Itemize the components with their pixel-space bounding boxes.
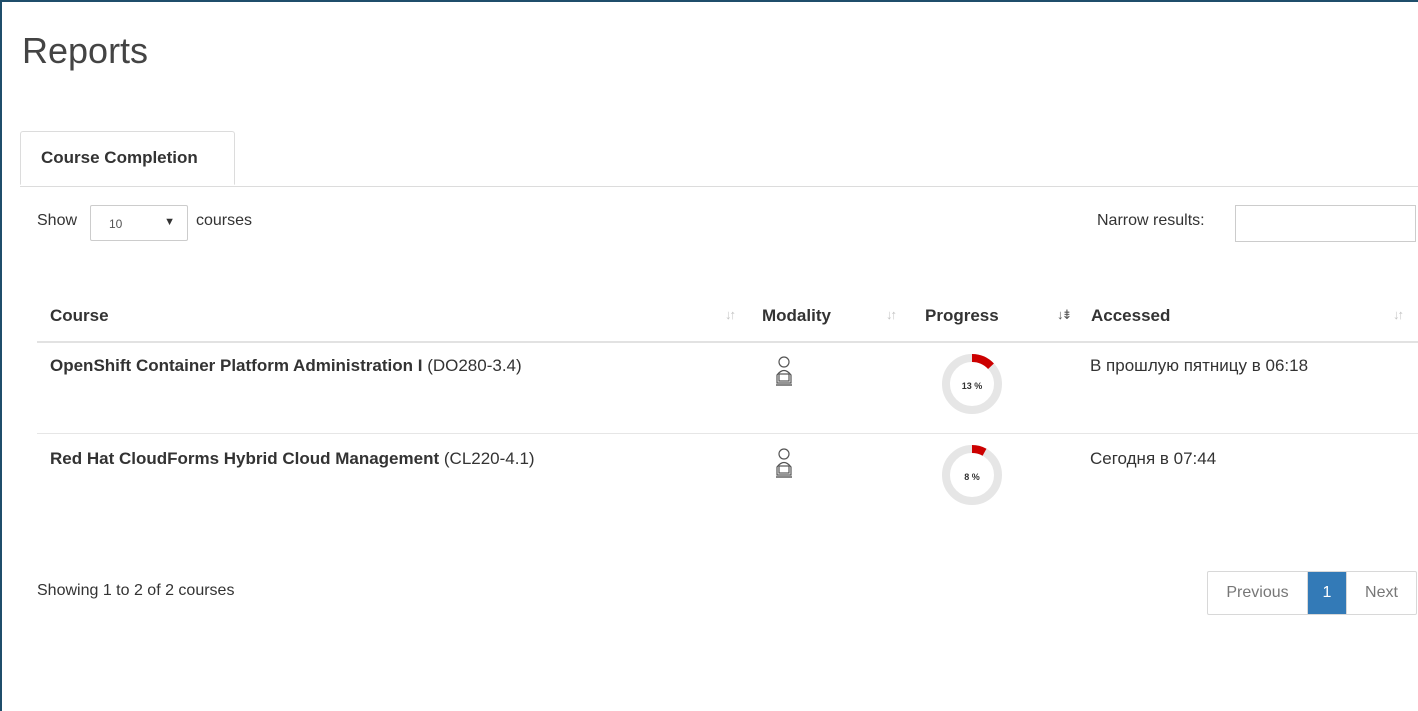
progress-ring: 8 % (941, 444, 1003, 506)
previous-page-button[interactable]: Previous (1208, 572, 1308, 614)
tab-bar: Course Completion (20, 131, 1418, 187)
row-divider (37, 433, 1418, 434)
classroom-student-icon (776, 448, 792, 478)
column-header-accessed[interactable]: Accessed (1091, 306, 1170, 326)
column-header-progress[interactable]: Progress (925, 306, 999, 326)
progress-label: 13 % (961, 381, 983, 391)
sort-icon[interactable]: ↓↑ (725, 307, 736, 322)
sort-icon[interactable]: ↓↑ (886, 307, 897, 322)
sort-desc-icon[interactable]: ↓⇟ (1057, 307, 1072, 323)
pagination: Previous 1 Next (1207, 571, 1417, 615)
column-header-course[interactable]: Course (50, 306, 109, 326)
table-header-divider (37, 341, 1418, 343)
classroom-student-icon (776, 356, 792, 386)
column-header-modality[interactable]: Modality (762, 306, 831, 326)
accessed-date: В прошлую пятницу в 06:18 (1090, 356, 1309, 375)
page-1-button[interactable]: 1 (1308, 572, 1346, 614)
course-code: (CL220-4.1) (443, 449, 535, 468)
accessed-date: Сегодня в 07:44 (1090, 449, 1217, 468)
narrow-results-input[interactable] (1235, 205, 1416, 242)
table-row-course: OpenShift Container Platform Administrat… (50, 356, 522, 376)
page-size-select[interactable]: 10 ▼ (90, 205, 188, 241)
progress-ring: 13 % (941, 353, 1003, 415)
show-label: Show (37, 212, 78, 229)
page-title: Reports (22, 30, 149, 71)
course-title-link[interactable]: Red Hat CloudForms Hybrid Cloud Manageme… (50, 449, 439, 468)
page-size-value: 10 (109, 217, 123, 231)
narrow-results-label: Narrow results: (1097, 212, 1205, 229)
table-info: Showing 1 to 2 of 2 courses (37, 582, 235, 599)
sort-icon[interactable]: ↓↑ (1393, 307, 1404, 322)
table-row-course: Red Hat CloudForms Hybrid Cloud Manageme… (50, 449, 535, 469)
show-suffix-label: courses (196, 212, 253, 229)
course-code: (DO280-3.4) (427, 356, 522, 375)
progress-label: 8 % (964, 472, 980, 482)
tab-course-completion[interactable]: Course Completion (20, 131, 235, 185)
chevron-down-icon: ▼ (164, 216, 175, 228)
course-title-link[interactable]: OpenShift Container Platform Administrat… (50, 356, 422, 375)
next-page-button[interactable]: Next (1346, 572, 1416, 614)
